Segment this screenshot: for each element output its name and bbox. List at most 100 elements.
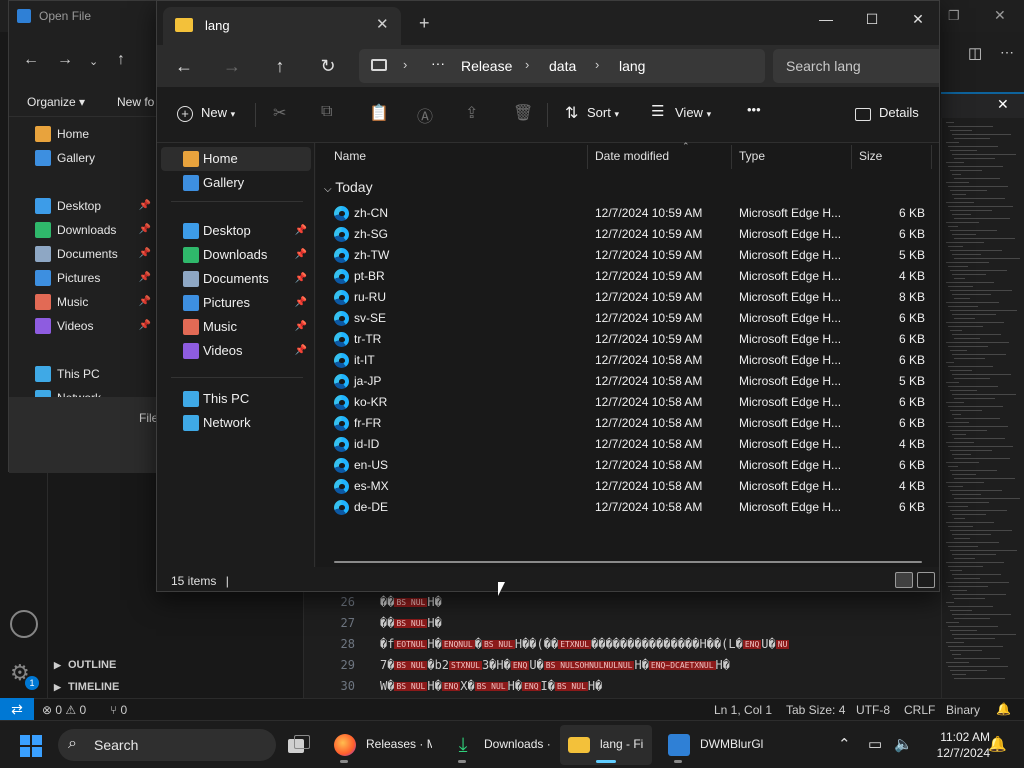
dialog-nav-item-documents[interactable]: Documents 📌	[11, 243, 151, 265]
sort-button[interactable]: Sort ▾	[587, 105, 619, 120]
sidebar-item-network[interactable]: Network	[161, 411, 311, 435]
table-row[interactable]: fr-FR 12/7/2024 10:58 AM Microsoft Edge H.…	[324, 413, 929, 434]
search-box[interactable]: Search lang	[773, 49, 939, 83]
tab-lang[interactable]: lang ✕	[163, 7, 401, 45]
outline-section[interactable]: ▶ OUTLINE	[48, 654, 304, 676]
split-editor-icon[interactable]: ◫	[968, 44, 982, 62]
search-input[interactable]: Search lang	[786, 58, 861, 74]
breadcrumb-data[interactable]: data	[549, 58, 576, 74]
table-row[interactable]: ja-JP 12/7/2024 10:58 AM Microsoft Edge H.…	[324, 371, 929, 392]
sidebar-item-documents[interactable]: Documents 📌	[161, 267, 311, 291]
cut-icon[interactable]: ✂	[273, 103, 286, 123]
chevron-down-icon[interactable]: ⌄	[89, 55, 98, 68]
sidebar-item-pictures[interactable]: Pictures 📌	[161, 291, 311, 315]
code-line[interactable]: 29 7� BS NUL �b2 STXNUL 3�H� ENQ U� BS NULSOHNUL…	[305, 655, 941, 676]
code-line[interactable]: 30 W� BS NUL H� ENQ X� BS NUL H� ENQ I� BS NUL H�	[305, 676, 941, 697]
column-divider[interactable]	[931, 145, 932, 169]
table-row[interactable]: ru-RU 12/7/2024 10:59 AM Microsoft Edge H.…	[324, 287, 929, 308]
table-row[interactable]: zh-SG 12/7/2024 10:59 AM Microsoft Edge H.…	[324, 224, 929, 245]
details-button[interactable]: Details	[879, 105, 919, 120]
rename-icon[interactable]: Ⓐ	[417, 103, 433, 127]
table-row[interactable]: pt-BR 12/7/2024 10:59 AM Microsoft Edge H.…	[324, 266, 929, 287]
sidebar-item-downloads[interactable]: Downloads 📌	[161, 243, 311, 267]
network-icon[interactable]: ▭	[868, 735, 882, 753]
close-tab-icon[interactable]: ✕	[376, 15, 389, 33]
breadcrumb[interactable]: › ··· Release › data › lang	[359, 49, 765, 83]
table-row[interactable]: es-MX 12/7/2024 10:58 AM Microsoft Edge H.…	[324, 476, 929, 497]
task-view-icon[interactable]	[288, 735, 312, 755]
breadcrumb-release[interactable]: Release	[461, 58, 512, 74]
table-row[interactable]: zh-CN 12/7/2024 10:59 AM Microsoft Edge H.…	[324, 203, 929, 224]
table-row[interactable]: id-ID 12/7/2024 10:58 AM Microsoft Edge H.…	[324, 434, 929, 455]
code-line[interactable]: 28 �f EOTNUL H� ENQNUL � BS NUL H��(�� ETXNUL ���…	[305, 634, 941, 655]
table-row[interactable]: de-DE 12/7/2024 10:58 AM Microsoft Edge H.…	[324, 497, 929, 518]
copy-icon[interactable]: ⧉	[321, 103, 332, 121]
language-mode[interactable]: Binary	[946, 703, 980, 717]
close-panel-icon[interactable]: ✕	[997, 96, 1009, 113]
cursor-position[interactable]: Ln 1, Col 1	[714, 703, 772, 717]
new-button[interactable]: New ▾	[201, 105, 235, 120]
problems-indicator[interactable]: ⊗ 0 ⚠ 0	[42, 703, 86, 717]
table-row[interactable]: zh-TW 12/7/2024 10:59 AM Microsoft Edge H.…	[324, 245, 929, 266]
paste-icon[interactable]: 📋	[369, 103, 389, 123]
sidebar-item-gallery[interactable]: Gallery	[161, 171, 311, 195]
column-date-modified[interactable]: Date modified	[595, 149, 669, 163]
minimize-icon[interactable]: —	[803, 5, 849, 33]
group-header-today[interactable]: ⌵ Today	[324, 179, 373, 195]
column-divider[interactable]	[731, 145, 732, 169]
breadcrumb-lang[interactable]: lang	[619, 58, 645, 74]
dialog-nav-item-downloads[interactable]: Downloads 📌	[11, 219, 151, 241]
ellipsis-icon[interactable]: ···	[431, 55, 445, 71]
column-size[interactable]: Size	[859, 149, 882, 163]
notifications-icon[interactable]: 🔔	[988, 735, 1007, 753]
delete-icon[interactable]: 🗑	[513, 103, 533, 123]
taskbar-app-firefox[interactable]: Releases · M	[326, 725, 436, 765]
dialog-nav-item-home[interactable]: Home	[11, 123, 151, 145]
sidebar-item-this-pc[interactable]: This PC	[161, 387, 311, 411]
show-hidden-icons-icon[interactable]: ⌃	[838, 735, 851, 753]
taskbar-search-input[interactable]: Search	[94, 737, 138, 753]
view-button[interactable]: View ▾	[675, 105, 711, 120]
maximize-icon[interactable]: ☐	[849, 5, 895, 33]
volume-icon[interactable]: 🔈	[894, 735, 913, 753]
sidebar-item-videos[interactable]: Videos 📌	[161, 339, 311, 363]
taskbar-app-folder[interactable]: lang - Fi	[560, 725, 652, 765]
account-icon[interactable]	[10, 610, 38, 638]
table-row[interactable]: tr-TR 12/7/2024 10:59 AM Microsoft Edge H.…	[324, 329, 929, 350]
details-view-icon[interactable]	[895, 572, 913, 588]
tab-size[interactable]: Tab Size: 4	[786, 703, 845, 717]
column-divider[interactable]	[851, 145, 852, 169]
share-icon[interactable]: ⇪	[465, 103, 478, 123]
tiles-view-icon[interactable]	[917, 572, 935, 588]
up-arrow-icon[interactable]: ↑	[117, 51, 125, 69]
timeline-section[interactable]: ▶ TIMELINE	[48, 676, 304, 698]
new-folder-button[interactable]: New fo	[117, 95, 154, 109]
close-window-icon[interactable]: ✕	[895, 5, 939, 33]
dialog-nav-item-gallery[interactable]: Gallery	[11, 147, 151, 169]
dialog-nav-item-desktop[interactable]: Desktop 📌	[11, 195, 151, 217]
refresh-icon[interactable]: ↻	[313, 53, 343, 79]
dialog-nav-item-music[interactable]: Music 📌	[11, 291, 151, 313]
line-ending[interactable]: CRLF	[904, 703, 935, 717]
table-row[interactable]: it-IT 12/7/2024 10:58 AM Microsoft Edge H.…	[324, 350, 929, 371]
dialog-nav-item-pictures[interactable]: Pictures 📌	[11, 267, 151, 289]
table-row[interactable]: en-US 12/7/2024 10:58 AM Microsoft Edge H.…	[324, 455, 929, 476]
notifications-bell-icon[interactable]: 🔔	[996, 702, 1011, 716]
taskbar-app-vscode[interactable]: DWMBlurGl	[660, 725, 770, 765]
more-options-button[interactable]: •••	[747, 102, 761, 117]
up-arrow-icon[interactable]: ↑	[265, 53, 295, 79]
forward-arrow-icon[interactable]: →	[217, 53, 247, 79]
sidebar-item-desktop[interactable]: Desktop 📌	[161, 219, 311, 243]
file-encoding[interactable]: UTF-8	[856, 703, 890, 717]
minimap[interactable]	[941, 118, 1024, 698]
close-icon[interactable]: ✕	[994, 7, 1006, 24]
taskbar-app-download[interactable]: ⤓ Downloads ·	[444, 725, 554, 765]
more-actions-icon[interactable]: ⋯	[1000, 44, 1014, 61]
taskbar-search[interactable]: ⌕ Search	[58, 729, 276, 761]
new-tab-icon[interactable]: +	[419, 13, 430, 34]
table-row[interactable]: ko-KR 12/7/2024 10:58 AM Microsoft Edge H.…	[324, 392, 929, 413]
column-type[interactable]: Type	[739, 149, 765, 163]
back-arrow-icon[interactable]: ←	[169, 53, 199, 79]
remote-indicator-icon[interactable]: ⇄	[0, 698, 34, 720]
horizontal-scrollbar[interactable]	[334, 561, 922, 563]
